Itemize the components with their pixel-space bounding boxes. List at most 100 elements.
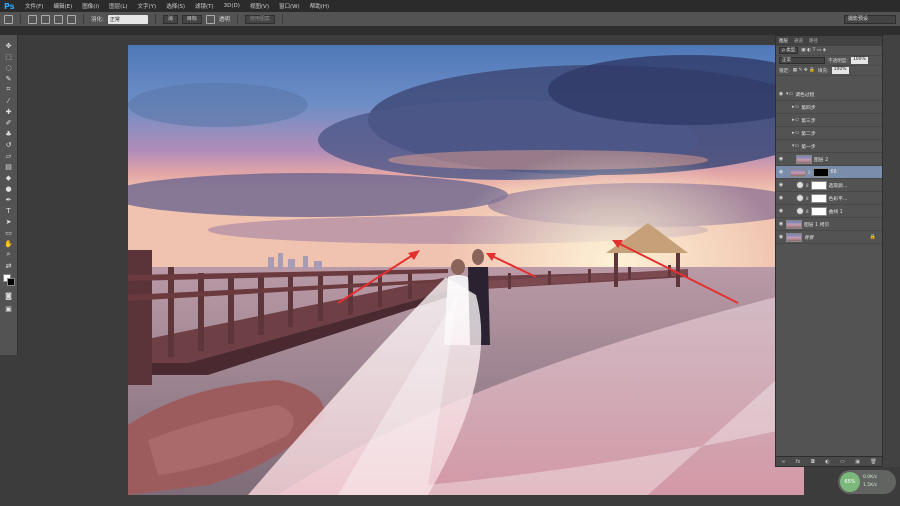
document-image[interactable] (128, 45, 804, 495)
layer-mask-thumbnail[interactable] (812, 167, 829, 177)
lasso-tool-icon[interactable]: ◌ (3, 63, 14, 72)
adjustment-layer-icon[interactable]: ◐ (825, 459, 829, 465)
filter-icons[interactable]: ▣ ◐ T ▭ ◈ (801, 48, 826, 53)
mode-select[interactable]: 正常 (107, 14, 148, 24)
layer-group-row[interactable]: ◉ ▸▭ 第三步 (776, 114, 882, 127)
menu-help[interactable]: 帮助(H) (305, 2, 334, 10)
quick-select-tool-icon[interactable]: ✎ (3, 74, 14, 83)
link-layers-icon[interactable]: ∞ (781, 459, 785, 465)
workspace-select[interactable]: 摄影预设 (844, 15, 896, 24)
network-speed-widget[interactable]: 65% 0.0K/s 1.5K/s (838, 470, 896, 494)
visibility-eye-icon[interactable]: ◉ (776, 169, 786, 175)
intersect-selection-icon[interactable] (67, 14, 76, 24)
layer-row[interactable]: ◉ 图层 1 拷贝 (776, 218, 882, 231)
tab-layers[interactable]: 图层 (779, 38, 788, 44)
adjustment-layer-row[interactable]: ◉ 8 选取颜... (776, 179, 882, 192)
blend-mode-select[interactable]: 正常 (779, 57, 825, 64)
layer-group-row[interactable]: ◉ ▾▭ 调色过程 (776, 88, 882, 101)
trash-icon[interactable]: 🗑 (870, 459, 876, 465)
adjustment-layer-row[interactable]: ◉ 8 曲线 1 (776, 205, 882, 218)
stamp-tool-icon[interactable]: ♣ (3, 129, 14, 138)
source-button[interactable]: 消 (162, 14, 178, 24)
layer-name: 第一步 (801, 144, 816, 150)
eraser-tool-icon[interactable]: ▱ (3, 151, 14, 160)
menu-view[interactable]: 视图(V) (245, 2, 274, 10)
new-selection-icon[interactable] (28, 14, 37, 24)
blur-tool-icon[interactable]: ◆ (3, 173, 14, 182)
move-tool-icon[interactable]: ✥ (3, 41, 14, 50)
menu-select[interactable]: 选择(S) (161, 2, 190, 10)
visibility-eye-icon[interactable]: ◉ (776, 104, 786, 110)
zoom-tool-icon[interactable]: ⌕ (3, 250, 14, 259)
hand-tool-icon[interactable]: ✋ (3, 239, 14, 248)
folder-icon: ▾▭ (786, 91, 794, 97)
menu-3d[interactable]: 3D(D) (219, 3, 245, 9)
visibility-eye-icon[interactable]: ◉ (776, 156, 786, 162)
visibility-eye-icon[interactable]: ◉ (776, 91, 786, 97)
fx-icon[interactable]: fx (796, 459, 801, 465)
background-layer-row[interactable]: ◉ 背景 🔒 (776, 231, 882, 244)
use-pattern-button[interactable]: 使用图案 (244, 14, 275, 24)
adjustment-layer-row[interactable]: ◉ 8 色彩平... (776, 192, 882, 205)
brush-tool-icon[interactable]: ✐ (3, 118, 14, 127)
menu-edit[interactable]: 编辑(E) (48, 2, 77, 10)
layer-name: 背景 (804, 235, 814, 241)
background-color-swatch[interactable] (7, 278, 15, 286)
menu-file[interactable]: 文件(F) (20, 2, 48, 10)
tab-channels[interactable]: 通道 (794, 38, 803, 44)
visibility-eye-icon[interactable]: ◉ (776, 117, 786, 123)
visibility-eye-icon[interactable]: ◉ (776, 143, 786, 149)
layer-mask-thumbnail[interactable] (810, 180, 827, 190)
tool-preset-icon[interactable] (4, 14, 13, 24)
swap-colors-icon[interactable]: ⇄ (3, 261, 14, 270)
layer-kind-filter[interactable]: ρ 类型 (779, 47, 799, 54)
visibility-eye-icon[interactable]: ◉ (776, 221, 786, 227)
shape-tool-icon[interactable]: ▭ (3, 228, 14, 237)
add-selection-icon[interactable] (41, 14, 50, 24)
dodge-tool-icon[interactable]: ● (3, 184, 14, 193)
adjustment-icon (796, 207, 804, 215)
visibility-eye-icon[interactable]: ◉ (776, 130, 786, 136)
visibility-eye-icon[interactable]: ◉ (776, 182, 786, 188)
menu-type[interactable]: 文字(Y) (133, 2, 162, 10)
layer-row-selected[interactable]: ◉ 8 66 (776, 166, 882, 179)
opacity-input[interactable]: 100% (850, 57, 868, 64)
layer-group-row[interactable]: ◉ ▾▭ 第一步 (776, 140, 882, 153)
path-select-tool-icon[interactable]: ➤ (3, 217, 14, 226)
history-brush-tool-icon[interactable]: ↺ (3, 140, 14, 149)
type-tool-icon[interactable]: T (3, 206, 14, 215)
new-group-icon[interactable]: ▭ (840, 459, 845, 465)
layer-mask-thumbnail[interactable] (810, 193, 827, 203)
quick-mask-icon[interactable]: ◙ (3, 291, 14, 300)
layer-mask-thumbnail[interactable] (810, 206, 827, 216)
marquee-tool-icon[interactable]: ⬚ (3, 52, 14, 61)
menu-layer[interactable]: 图层(L) (104, 2, 132, 10)
layer-group-row[interactable]: ◉ ▸▭ 第四步 (776, 101, 882, 114)
pen-tool-icon[interactable]: ✒ (3, 195, 14, 204)
lock-icons[interactable]: ▦ ✎ ✥ 🔒 (793, 68, 815, 73)
visibility-eye-icon[interactable]: ◉ (776, 195, 786, 201)
transparent-checkbox[interactable] (205, 14, 215, 24)
target-button[interactable]: 目标 (181, 14, 202, 24)
layer-name: 曲线 1 (828, 209, 843, 215)
menu-image[interactable]: 图像(I) (77, 2, 104, 10)
separator (281, 14, 283, 24)
eyedropper-tool-icon[interactable]: ⁄ (3, 96, 14, 105)
menu-filter[interactable]: 滤镜(T) (190, 2, 219, 10)
add-mask-icon[interactable]: ◘ (811, 459, 815, 465)
layer-name: 66 (830, 169, 837, 175)
feather-label: 羽化: (91, 17, 104, 23)
layer-group-row[interactable]: ◉ ▸▭ 第二步 (776, 127, 882, 140)
gradient-tool-icon[interactable]: ▤ (3, 162, 14, 171)
tab-paths[interactable]: 路径 (809, 38, 818, 44)
healing-tool-icon[interactable]: ✚ (3, 107, 14, 116)
subtract-selection-icon[interactable] (54, 14, 63, 24)
crop-tool-icon[interactable]: ⌗ (3, 85, 14, 94)
layer-row[interactable]: ◉ 图层 2 (776, 153, 882, 166)
screen-mode-icon[interactable]: ▣ (3, 304, 14, 313)
visibility-eye-icon[interactable]: ◉ (776, 208, 786, 214)
visibility-eye-icon[interactable]: ◉ (776, 234, 786, 240)
fill-input[interactable]: 100% (831, 67, 849, 74)
menu-window[interactable]: 窗口(W) (274, 2, 305, 10)
new-layer-icon[interactable]: ▣ (855, 459, 860, 465)
